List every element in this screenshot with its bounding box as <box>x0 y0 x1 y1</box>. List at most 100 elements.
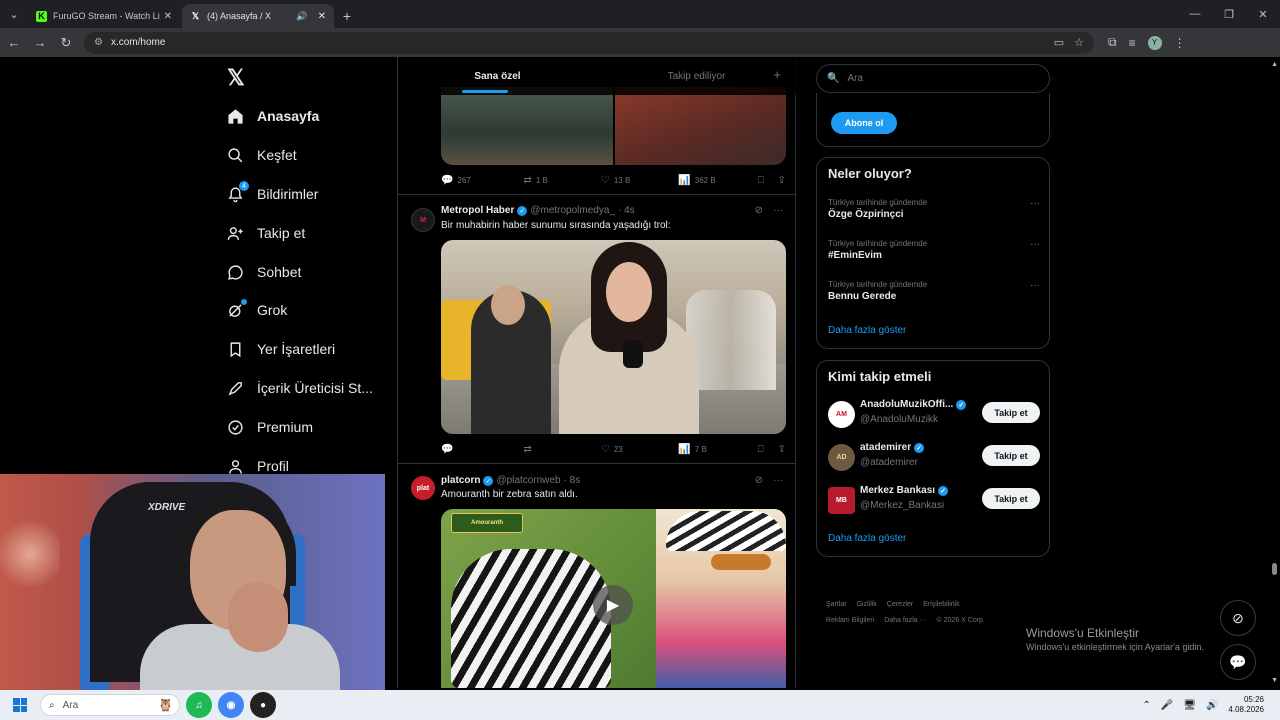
post-author-name[interactable]: Metropol Haber <box>441 205 514 216</box>
spotify-icon[interactable]: ♫ <box>186 692 212 718</box>
sidebar-item-bookmarks[interactable]: Yer İşaretleri <box>225 337 335 361</box>
follow-suggestion[interactable]: AM AnadoluMuzikOffi... ✓ @AnadoluMuzikk T… <box>828 399 1040 429</box>
avatar[interactable]: AM <box>828 401 855 428</box>
search-input[interactable]: 🔍 Ara <box>816 64 1050 93</box>
start-button[interactable] <box>0 690 40 720</box>
extensions-icon[interactable]: ⧉ <box>1108 35 1117 50</box>
sidebar-item-notifications[interactable]: 4 Bildirimler <box>225 181 318 206</box>
footer-link[interactable]: Daha fazla ··· <box>884 617 926 624</box>
taskbar-search[interactable]: ⌕ Ara 🦉 <box>40 694 180 716</box>
trend-item[interactable]: Türkiye tarihinde gündemde Özge Özpirinç… <box>828 198 1040 220</box>
cast-icon[interactable]: ▭ <box>1054 36 1064 49</box>
trend-item[interactable]: Türkiye tarihinde gündemde #EminEvim ··· <box>828 239 1040 261</box>
close-tab-icon[interactable]: ✕ <box>164 11 172 22</box>
scroll-up-icon[interactable]: ▲ <box>1271 61 1278 68</box>
new-tab-button[interactable]: + <box>336 4 358 28</box>
share-icon[interactable]: ⇪ <box>778 175 786 186</box>
avatar[interactable]: plat <box>411 476 435 500</box>
bookmark-post-icon[interactable]: ⎕ <box>758 175 778 186</box>
restore-icon[interactable]: ❐ <box>1212 0 1246 28</box>
footer-link[interactable]: Şartlar <box>826 601 847 608</box>
show-more-link[interactable]: Daha fazla göster <box>828 325 906 336</box>
tab-following[interactable]: Takip ediliyor <box>597 57 796 95</box>
post-time[interactable]: · 8s <box>564 475 581 486</box>
app-icon[interactable]: ● <box>250 692 276 718</box>
footer-link[interactable]: Çerezler <box>887 601 913 608</box>
post-media-video[interactable]: Amouranth ▶ <box>441 509 786 688</box>
network-icon[interactable]: 🖥 <box>1183 700 1196 711</box>
address-bar[interactable]: ⚙ x.com/home ▭ ☆ <box>84 31 1094 54</box>
subscribe-button[interactable]: Abone ol <box>831 112 897 134</box>
forward-icon[interactable]: → <box>28 31 52 55</box>
minimize-icon[interactable]: — <box>1178 0 1212 28</box>
bookmark-post-icon[interactable]: ⎕ <box>758 444 778 455</box>
x-logo-icon[interactable]: 𝕏 <box>227 65 245 91</box>
post-author-handle[interactable]: @metropolmedya_ <box>530 205 615 216</box>
post-media-image[interactable] <box>441 87 786 165</box>
avatar[interactable]: MB <box>828 487 855 514</box>
close-tab-icon[interactable]: ✕ <box>318 11 326 22</box>
media-controls-icon[interactable]: ≡ <box>1129 36 1136 50</box>
follow-suggestion[interactable]: MB Merkez Bankası ✓ @Merkez_Bankasi Takip… <box>828 485 1040 515</box>
post-media-image[interactable] <box>441 240 786 434</box>
add-tab-icon[interactable]: + <box>773 67 781 82</box>
sidebar-item-home[interactable]: Anasayfa <box>225 104 319 128</box>
more-icon[interactable]: ··· <box>773 475 783 486</box>
tab-for-you[interactable]: Sana özel <box>398 57 597 95</box>
show-more-link[interactable]: Daha fazla göster <box>828 533 906 544</box>
sidebar-item-grok[interactable]: Grok <box>225 298 287 322</box>
follow-button[interactable]: Takip et <box>982 488 1040 509</box>
footer-link[interactable]: Gizlilik <box>857 601 877 608</box>
footer-link[interactable]: Reklam Bilgileri <box>826 617 874 624</box>
menu-icon[interactable]: ⋮ <box>1174 36 1186 50</box>
sidebar-item-follow[interactable]: Takip et <box>225 221 305 245</box>
speaker-icon[interactable]: 🔊 <box>296 11 307 22</box>
more-icon[interactable]: ··· <box>1030 239 1040 250</box>
profile-avatar[interactable]: Y <box>1147 35 1162 50</box>
sidebar-item-chat[interactable]: Sohbet <box>225 260 301 284</box>
sidebar-item-explore[interactable]: Keşfet <box>225 143 297 167</box>
more-icon[interactable]: ··· <box>1030 280 1040 291</box>
like-button[interactable]: ♡ 13 B <box>601 175 678 186</box>
clock[interactable]: 05:26 4.08.2026 <box>1228 695 1264 715</box>
tray-chevron-icon[interactable]: ⌃ <box>1142 700 1150 711</box>
avatar[interactable]: M <box>411 208 435 232</box>
sidebar-item-creator-studio[interactable]: İçerik Üreticisi St... <box>225 376 373 400</box>
post-author-name[interactable]: platcorn <box>441 475 480 486</box>
repost-button[interactable]: ⇄ <box>523 444 600 455</box>
page-scrollbar[interactable]: ▲ ▼ <box>1268 57 1280 688</box>
microphone-icon[interactable]: 🎤 <box>1161 700 1173 711</box>
reply-button[interactable]: 💬 <box>441 444 523 455</box>
like-button[interactable]: ♡ 23 <box>601 444 678 455</box>
tab-search-icon[interactable]: ⌄ <box>0 0 28 28</box>
post-author-handle[interactable]: @platcornweb <box>496 475 560 486</box>
footer-link[interactable]: Erişilebilirlik <box>923 601 960 608</box>
sidebar-item-premium[interactable]: Premium <box>225 415 313 439</box>
more-icon[interactable]: ··· <box>1030 198 1040 209</box>
follow-button[interactable]: Takip et <box>982 402 1040 423</box>
views-button[interactable]: 📊 362 B <box>678 175 757 186</box>
scroll-down-icon[interactable]: ▼ <box>1271 677 1278 684</box>
tab-x-home[interactable]: 𝕏 (4) Anasayfa / X 🔊 ✕ <box>182 4 334 28</box>
grok-fab-icon[interactable]: ⊘ <box>1220 600 1256 636</box>
tab-furugo[interactable]: K FuruGO Stream - Watch Live or ✕ <box>28 4 180 28</box>
close-window-icon[interactable]: ✕ <box>1246 0 1280 28</box>
more-icon[interactable]: ··· <box>773 205 783 216</box>
follow-suggestion[interactable]: AD atademirer ✓ @atademirer Takip et <box>828 442 1040 472</box>
reply-button[interactable]: 💬 267 <box>441 175 523 186</box>
views-button[interactable]: 📊 7 B <box>678 444 757 455</box>
back-icon[interactable]: ← <box>2 31 26 55</box>
grok-post-icon[interactable]: ⊘ <box>755 475 763 486</box>
repost-button[interactable]: ⇄ 1 B <box>523 175 600 186</box>
share-icon[interactable]: ⇪ <box>778 444 786 455</box>
messages-fab-icon[interactable]: 💬 <box>1220 644 1256 680</box>
trend-item[interactable]: Türkiye tarihinde gündemde Bennu Gerede … <box>828 280 1040 302</box>
chrome-icon[interactable]: ◉ <box>218 692 244 718</box>
post-time[interactable]: · 4s <box>618 205 635 216</box>
site-info-icon[interactable]: ⚙ <box>94 37 103 48</box>
scrollbar-thumb[interactable] <box>1272 563 1277 575</box>
follow-button[interactable]: Takip et <box>982 445 1040 466</box>
bookmark-star-icon[interactable]: ☆ <box>1074 36 1084 49</box>
volume-icon[interactable]: 🔊 <box>1206 700 1218 711</box>
play-icon[interactable]: ▶ <box>593 585 633 625</box>
